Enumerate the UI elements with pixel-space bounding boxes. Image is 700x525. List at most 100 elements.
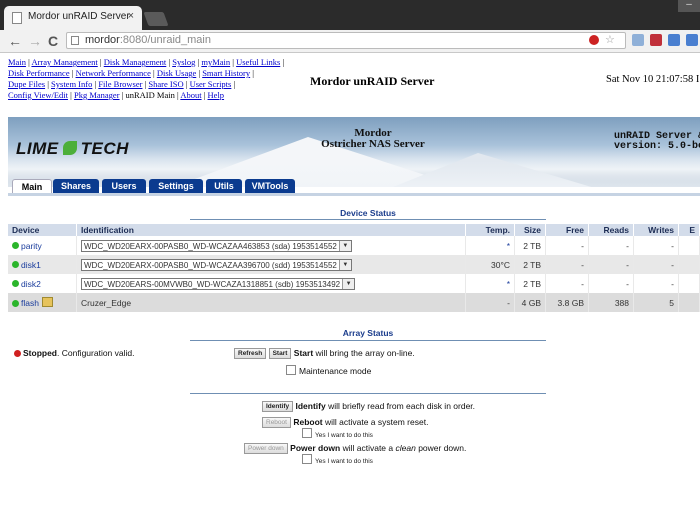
banner-version-info: unRAID Server & version: 5.0-beta (614, 131, 700, 152)
status-green-icon (12, 242, 19, 249)
temp-cell: - (465, 293, 515, 312)
reads-cell: 388 (588, 293, 634, 312)
column-header-identification: Identification (76, 224, 466, 236)
browser-tab-title: Mordor unRAID Server (28, 11, 130, 22)
size-cell: 2 TB (514, 236, 546, 255)
server-datetime: Sat Nov 10 21:07:58 I (606, 74, 700, 85)
column-header-errors: E (678, 224, 700, 236)
device-link-disk2[interactable]: disk2 (21, 279, 41, 289)
identification-select-disk2[interactable]: WDC_WD20EARS-00MVWB0_WD-WCAZA1318851 (sd… (81, 277, 356, 290)
refresh-button[interactable]: Refresh (234, 348, 267, 359)
reboot-button[interactable]: Reboot (262, 417, 291, 428)
identification-select-disk1[interactable]: WDC_WD20EARX-00PASB0_WD-WCAZAA396700 (sd… (81, 258, 352, 271)
link-share-iso[interactable]: Share ISO (148, 79, 183, 89)
tab-settings[interactable]: Settings (149, 179, 203, 193)
extension-blue-icon[interactable] (668, 34, 680, 46)
identification-select-parity[interactable]: WDC_WD20EARX-00PASB0_WD-WCAZAA463853 (sd… (81, 239, 352, 252)
link-smart-history[interactable]: Smart History (202, 68, 250, 78)
identify-description: will briefly read from each disk in orde… (325, 401, 476, 411)
status-green-icon (12, 280, 19, 287)
blocked-icon[interactable] (589, 35, 599, 45)
browser-tab-strip: Mordor unRAID Server × – (0, 0, 700, 30)
forward-arrow-icon[interactable]: → (28, 32, 42, 50)
lime-leaf-icon (62, 141, 77, 155)
server-title: Mordor unRAID Server (310, 74, 435, 88)
device-link-disk1[interactable]: disk1 (21, 260, 41, 270)
reboot-confirm-checkbox[interactable] (302, 428, 312, 438)
device-link-flash[interactable]: flash (21, 298, 39, 308)
tab-shares[interactable]: Shares (53, 179, 99, 193)
powerdown-confirm-row: Yes I want to do this (302, 454, 373, 465)
back-arrow-icon[interactable]: ← (8, 32, 22, 50)
array-config-message: . Configuration valid. (57, 348, 135, 358)
device-status-table: Device Identification Temp. Size Free Re… (8, 224, 700, 312)
extension-blue-2-icon[interactable] (686, 34, 698, 46)
extension-red-icon[interactable] (650, 34, 662, 46)
free-cell: - (545, 274, 589, 293)
free-cell: 3.8 GB (545, 293, 589, 312)
status-green-icon (12, 299, 19, 307)
page-content: Main | Array Management | Disk Managemen… (0, 53, 700, 525)
link-array-management[interactable]: Array Management (31, 57, 97, 67)
link-syslog[interactable]: Syslog (172, 57, 195, 67)
tab-main[interactable]: Main (12, 179, 52, 194)
browser-tab[interactable]: Mordor unRAID Server × (4, 6, 142, 30)
reboot-confirm-label: Yes I want to do this (315, 432, 373, 439)
commands-divider (190, 393, 546, 394)
table-row-disk1: disk1 WDC_WD20EARX-00PASB0_WD-WCAZAA3967… (8, 255, 700, 274)
table-header-row: Device Identification Temp. Size Free Re… (8, 224, 700, 236)
link-user-scripts[interactable]: User Scripts (190, 79, 232, 89)
link-pkg-manager[interactable]: Pkg Manager (74, 90, 120, 100)
new-tab-button[interactable] (143, 12, 169, 26)
start-button[interactable]: Start (268, 348, 292, 359)
extension-stats-icon[interactable] (632, 34, 644, 46)
power-down-label: Power down (290, 443, 341, 453)
power-down-button[interactable]: Power down (244, 443, 288, 454)
link-disk-management[interactable]: Disk Management (104, 57, 167, 67)
link-disk-usage[interactable]: Disk Usage (157, 68, 196, 78)
reload-icon[interactable]: C (48, 32, 58, 50)
column-header-size: Size (514, 224, 546, 236)
close-tab-icon[interactable]: × (128, 10, 134, 22)
column-header-writes: Writes (633, 224, 679, 236)
link-network-performance[interactable]: Network Performance (76, 68, 151, 78)
start-row: Refresh Start Start will bring the array… (234, 348, 415, 359)
link-config-view-edit[interactable]: Config View/Edit (8, 90, 68, 100)
device-link-parity[interactable]: parity (21, 241, 42, 251)
link-disk-performance[interactable]: Disk Performance (8, 68, 70, 78)
link-useful-links[interactable]: Useful Links (236, 57, 280, 67)
array-state: Stopped. Configuration valid. (14, 348, 135, 358)
column-header-free: Free (545, 224, 589, 236)
link-mymain[interactable]: myMain (201, 57, 230, 67)
identify-row: Identify Identify will briefly read from… (262, 401, 475, 412)
flash-settings-icon[interactable] (41, 297, 53, 307)
link-help[interactable]: Help (208, 90, 225, 100)
link-main[interactable]: Main (8, 57, 26, 67)
reboot-confirm-row: Yes I want to do this (302, 428, 373, 439)
maintenance-mode-checkbox[interactable] (286, 365, 296, 375)
reboot-description: will activate a system reset. (322, 417, 429, 427)
link-system-info[interactable]: System Info (51, 79, 92, 89)
tab-users[interactable]: Users (102, 179, 146, 193)
writes-cell: - (633, 274, 679, 293)
address-bar[interactable]: mordor:8080/unraid_main ☆ (66, 32, 626, 49)
device-status-title: Device Status (340, 208, 396, 218)
header-banner: LIME TECH Mordor Ostricher NAS Server unR… (8, 117, 700, 187)
power-down-confirm-checkbox[interactable] (302, 454, 312, 464)
link-about[interactable]: About (180, 90, 201, 100)
free-cell: - (545, 255, 589, 274)
link-dupe-files[interactable]: Dupe Files (8, 79, 45, 89)
identify-label: Identify (295, 401, 326, 411)
link-file-browser[interactable]: File Browser (98, 79, 142, 89)
bookmark-star-icon[interactable]: ☆ (605, 33, 615, 46)
tab-vmtools[interactable]: VMTools (245, 179, 295, 193)
reads-cell: - (588, 255, 634, 274)
power-down-confirm-label: Yes I want to do this (315, 458, 373, 465)
minimize-window-button[interactable]: – (678, 0, 700, 12)
writes-cell: - (633, 255, 679, 274)
column-header-device: Device (8, 224, 77, 236)
tab-utils[interactable]: Utils (206, 179, 242, 193)
page-favicon-icon (12, 12, 22, 24)
identify-button[interactable]: Identify (262, 401, 294, 412)
device-status-divider (190, 219, 546, 220)
